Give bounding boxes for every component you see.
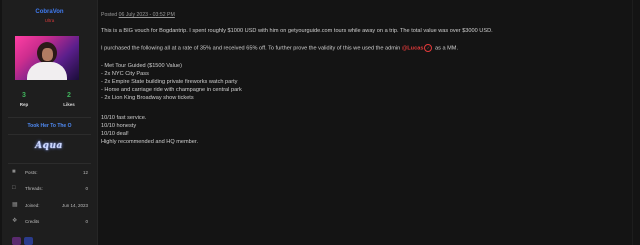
rep-count: 3 [22, 92, 26, 99]
user-tagline: Took Her To The O [27, 123, 72, 129]
signature-logo: Aqua [35, 141, 63, 151]
list-item: - Met Tour Guided ($1500 Value) [101, 63, 182, 69]
info-value: 0 [85, 219, 88, 224]
closing-line: Highly recommended and HQ member. [101, 139, 198, 145]
post-date-line: Posted 06 July 2023 - 03:52 PM [101, 12, 175, 20]
info-value: 12 [82, 170, 88, 175]
likes-count: 2 [67, 92, 71, 99]
info-label: Threads: [25, 186, 43, 191]
list-item: - Horse and carriage ride with champagne… [101, 87, 242, 93]
closing-line: 10/10 fast service. [101, 115, 147, 121]
list-item: - 2x NYC City Pass [101, 71, 149, 77]
posted-prefix: Posted [101, 12, 118, 18]
rep-label: Rep [19, 102, 29, 107]
chat-icon: ■ [12, 169, 16, 175]
likes-label: Likes [63, 102, 75, 107]
post-paragraph: I purchased the following all at a rate … [101, 44, 458, 53]
info-label: Joined: [25, 203, 40, 208]
closing-line: 10/10 deal! [101, 131, 129, 137]
calendar-icon: ▦ [12, 202, 18, 208]
text-segment: I purchased the following all at a rate … [101, 45, 401, 52]
post-paragraph: This is a BIG vouch for Bogdantrip. I sp… [101, 28, 493, 34]
info-row-joined: ▦ Joined: Jun 14, 2023 [8, 200, 88, 211]
text-segment: as a MM. [435, 45, 459, 52]
user-sidebar: CobraVon Ultra 3 Rep 2 Likes Took Her To… [2, 0, 98, 245]
info-value: 0 [85, 186, 88, 191]
threads-icon: □ [12, 185, 16, 191]
closing-line: 10/10 honesty [101, 123, 137, 129]
info-row-credits: ❖ Credits 0 [8, 216, 88, 227]
rep-stat: 3 Rep [4, 92, 44, 107]
divider [632, 0, 633, 245]
award-badge-icon[interactable] [12, 237, 21, 245]
award-badge-icon[interactable] [24, 237, 33, 245]
credits-icon: ❖ [12, 218, 18, 224]
user-rank-title: Ultra [44, 18, 55, 23]
list-item: - 2x Empire State building private firew… [101, 79, 238, 85]
divider [8, 163, 91, 164]
verified-icon: ✓ [424, 44, 433, 52]
user-mention-link[interactable]: @Lucas [402, 45, 424, 51]
username-link[interactable]: CobraVon [2, 9, 97, 15]
info-value: Jun 14, 2023 [61, 203, 88, 208]
info-row-threads: □ Threads: 0 [8, 183, 88, 194]
info-row-posts: ■ Posts: 12 [8, 167, 88, 178]
info-label: Posts: [25, 170, 38, 175]
avatar[interactable] [15, 36, 79, 80]
info-label: Credits [25, 219, 40, 224]
divider [8, 134, 91, 135]
likes-stat: 2 Likes [49, 92, 89, 107]
list-item: - 2x Lion King Broadway show tickets [101, 95, 194, 101]
divider [8, 117, 91, 118]
post-date-link[interactable]: 06 July 2023 - 03:52 PM [119, 12, 175, 18]
